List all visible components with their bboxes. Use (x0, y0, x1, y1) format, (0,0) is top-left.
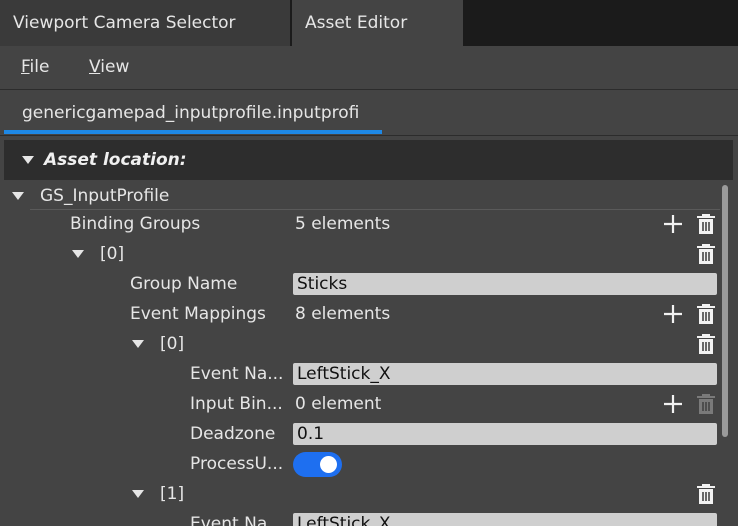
root-label: GS_InputProfile (40, 186, 170, 206)
asset-location-label: Asset location: (44, 150, 187, 170)
menu-bar: File View (0, 46, 738, 90)
event-mappings-count: 8 elements (295, 304, 391, 324)
process-update-label: ProcessU... (190, 454, 284, 474)
tree-row-group-name: Group Name Sticks (0, 269, 720, 299)
tree-row-input-bindings: Input Bin... 0 element (0, 389, 720, 419)
trash-icon[interactable] (696, 483, 716, 505)
binding-groups-count: 5 elements (295, 214, 391, 234)
tree-row-event-name: Event Na... LeftStick_X (0, 359, 720, 389)
asset-location-header[interactable]: Asset location: (4, 140, 733, 180)
tree-row-process-update: ProcessU... (0, 449, 720, 479)
event-name-2-label: Event Na... (190, 514, 284, 526)
tab-label: Asset Editor (305, 13, 408, 33)
triangle-down-icon[interactable] (72, 250, 84, 258)
tree-row-binding-groups: Binding Groups 5 elements (0, 209, 720, 239)
window-tab-bar: Viewport Camera Selector Asset Editor (0, 0, 738, 46)
tree-row-mapping-1: [1] (0, 479, 720, 509)
toggle-knob (320, 456, 337, 473)
document-tab-bar: genericgamepad_inputprofile.inputprofi (0, 90, 738, 136)
tab-asset-editor[interactable]: Asset Editor (292, 0, 464, 46)
event-name-label: Event Na... (190, 364, 284, 384)
menu-view-mnemonic: V (89, 57, 101, 77)
mapping-1-label: [1] (160, 484, 185, 504)
plus-icon[interactable] (662, 393, 684, 415)
group-name-label: Group Name (130, 274, 238, 294)
tree-row-root: GS_InputProfile (0, 181, 720, 211)
tree-row-deadzone: Deadzone 0.1 (0, 419, 720, 449)
trash-icon[interactable] (696, 243, 716, 265)
deadzone-field[interactable]: 0.1 (293, 423, 717, 445)
trash-icon[interactable] (696, 303, 716, 325)
binding-groups-label: Binding Groups (70, 214, 201, 234)
event-name-field[interactable]: LeftStick_X (293, 363, 717, 385)
tab-label: Viewport Camera Selector (13, 13, 236, 33)
tree-row-event-name-2: Event Na... LeftStick_X (0, 509, 720, 526)
event-name-2-field[interactable]: LeftStick_X (293, 513, 717, 526)
menu-file-mnemonic: F (21, 57, 30, 77)
triangle-down-icon[interactable] (12, 192, 24, 200)
triangle-down-icon[interactable] (132, 490, 144, 498)
tab-viewport-camera-selector[interactable]: Viewport Camera Selector (0, 0, 291, 46)
process-update-toggle[interactable] (293, 452, 342, 477)
trash-icon[interactable] (696, 213, 716, 235)
plus-icon[interactable] (662, 213, 684, 235)
menu-file-rest: ile (29, 57, 50, 77)
group-name-field[interactable]: Sticks (293, 273, 717, 295)
group-0-label: [0] (100, 244, 125, 264)
menu-file[interactable]: File (21, 46, 49, 90)
deadzone-label: Deadzone (190, 424, 276, 444)
event-mappings-label: Event Mappings (130, 304, 266, 324)
tree-row-event-mappings: Event Mappings 8 elements (0, 299, 720, 329)
property-tree: GS_InputProfile Binding Groups 5 element… (0, 181, 738, 526)
trash-icon[interactable] (696, 333, 716, 355)
trash-icon (697, 394, 715, 414)
input-bindings-label: Input Bin... (190, 394, 283, 414)
input-bindings-count: 0 element (295, 394, 382, 414)
tree-row-mapping-0: [0] (0, 329, 720, 359)
vertical-scrollbar[interactable] (722, 185, 728, 437)
triangle-down-icon[interactable] (22, 156, 34, 164)
plus-icon[interactable] (662, 303, 684, 325)
menu-view-rest: iew (100, 57, 130, 77)
mapping-0-label: [0] (160, 334, 185, 354)
triangle-down-icon[interactable] (132, 340, 144, 348)
tree-row-group-0: [0] (0, 239, 720, 269)
active-tab-indicator (4, 130, 382, 134)
menu-view[interactable]: View (89, 46, 129, 90)
document-tab-label: genericgamepad_inputprofile.inputprofi (22, 103, 360, 123)
